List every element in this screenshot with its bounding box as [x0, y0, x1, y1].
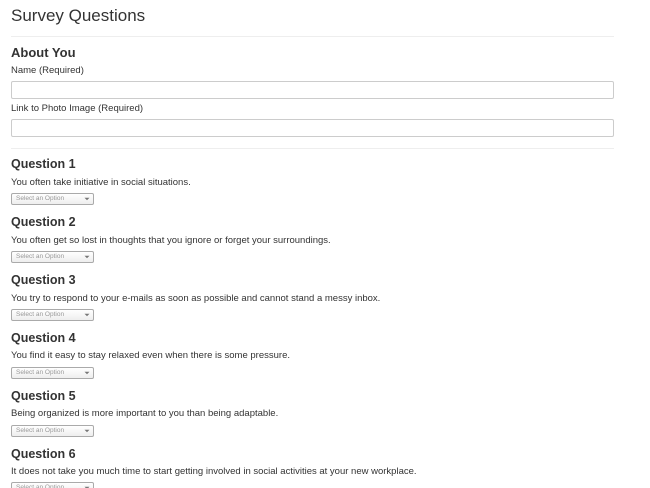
photo-link-label: Link to Photo Image (Required) — [11, 103, 144, 114]
about-divider — [11, 148, 614, 149]
name-input[interactable] — [11, 81, 614, 99]
chevron-down-icon — [84, 313, 90, 317]
title-divider — [11, 36, 614, 37]
question-6-title: Question 6 — [11, 447, 76, 461]
question-4-select[interactable]: Select an Option — [11, 367, 94, 379]
question-1-select-value: Select an Option — [16, 195, 65, 202]
chevron-down-icon — [84, 255, 90, 259]
question-5-select[interactable]: Select an Option — [11, 425, 94, 437]
question-1-text: You often take initiative in social situ… — [11, 177, 191, 188]
question-1-title: Question 1 — [11, 157, 76, 171]
question-2-title: Question 2 — [11, 215, 76, 229]
question-1-select[interactable]: Select an Option — [11, 193, 94, 205]
about-you-heading: About You — [11, 45, 76, 60]
question-6-select[interactable]: Select an Option — [11, 482, 94, 488]
survey-page: Survey Questions About You Name (Require… — [0, 0, 650, 488]
question-3-select-value: Select an Option — [16, 311, 65, 318]
question-2-select-value: Select an Option — [16, 253, 65, 260]
question-5-text: Being organized is more important to you… — [11, 408, 279, 419]
chevron-down-icon — [84, 371, 90, 375]
chevron-down-icon — [84, 197, 90, 201]
question-5-select-value: Select an Option — [16, 427, 65, 434]
question-6-text: It does not take you much time to start … — [11, 466, 417, 477]
question-3-title: Question 3 — [11, 273, 76, 287]
name-label: Name (Required) — [11, 65, 84, 76]
photo-link-input[interactable] — [11, 119, 614, 137]
page-title: Survey Questions — [11, 6, 146, 25]
question-3-text: You try to respond to your e-mails as so… — [11, 293, 381, 304]
question-3-select[interactable]: Select an Option — [11, 309, 94, 321]
question-6-select-value: Select an Option — [16, 484, 65, 488]
question-4-title: Question 4 — [11, 331, 76, 345]
question-4-text: You find it easy to stay relaxed even wh… — [11, 350, 290, 361]
question-2-text: You often get so lost in thoughts that y… — [11, 235, 331, 246]
question-2-select[interactable]: Select an Option — [11, 251, 94, 263]
chevron-down-icon — [84, 429, 90, 433]
question-5-title: Question 5 — [11, 389, 76, 403]
question-4-select-value: Select an Option — [16, 369, 65, 376]
